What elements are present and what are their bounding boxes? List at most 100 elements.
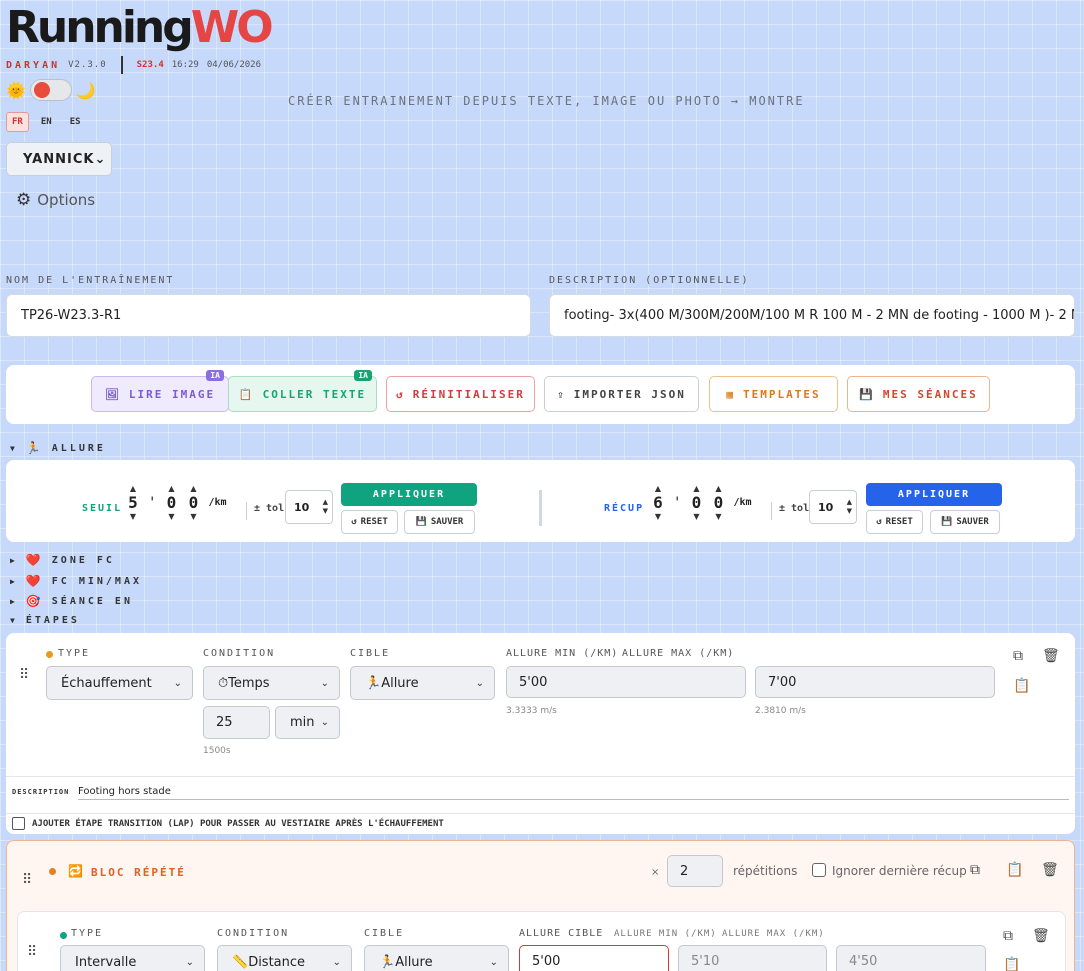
condition-select[interactable]: ⏱Temps ⌄: [203, 666, 340, 700]
times-symbol: ×: [651, 867, 660, 878]
target-select[interactable]: 🏃Allure ⌄: [364, 945, 509, 971]
target-icon: 🎯: [25, 594, 44, 608]
trash-icon[interactable]: 🗑: [1042, 648, 1060, 664]
select-value: min: [290, 715, 315, 730]
options-button[interactable]: ⚙ Options: [16, 190, 95, 210]
save-icon: 💾: [415, 517, 427, 527]
allure-panel: SEUIL ▲ 5 ▼ ' ▲ 0 ▼ ▲ 0 ▼ /km ± tol 10 ▲ ▼ APPLI…: [6, 460, 1075, 542]
target-select[interactable]: 🏃Allure ⌄: [350, 666, 495, 700]
pace-min-input[interactable]: 5'10: [678, 945, 827, 971]
section-fc-minmax-header[interactable]: ▶ ❤️ FC MIN/MAX: [10, 574, 142, 588]
pace-min-input[interactable]: 5'00: [506, 666, 746, 698]
divider: [6, 813, 1075, 814]
copy-icon[interactable]: ⧉: [1013, 648, 1023, 664]
my-sessions-button[interactable]: 💾 MES SÉANCES: [847, 376, 990, 412]
paste-icon[interactable]: 📋: [1013, 678, 1030, 694]
target-pace-input[interactable]: 5'00: [519, 945, 669, 971]
chevron-down-icon: ⌄: [94, 151, 107, 167]
ia-badge: IA: [354, 370, 372, 381]
pace-max-hint: 2.3810 m/s: [755, 706, 806, 716]
step-type-select[interactable]: Échauffement ⌄: [46, 666, 193, 700]
recup-save-button[interactable]: 💾 SAUVER: [930, 510, 1000, 534]
pace-max-input[interactable]: 4'50: [836, 945, 986, 971]
seuil-sec-units-digit[interactable]: ▲ 0 ▼: [186, 484, 200, 521]
step-description-input[interactable]: Footing hors stade: [78, 786, 1069, 800]
seuil-min-digit[interactable]: ▲ 5 ▼: [126, 484, 140, 521]
recup-apply-button[interactable]: APPLIQUER: [866, 483, 1002, 506]
recup-tol-input[interactable]: 10 ▲ ▼: [809, 490, 857, 524]
templates-label: TEMPLATES: [743, 387, 821, 401]
pace-max-input[interactable]: 7'00: [755, 666, 995, 698]
workout-name-input[interactable]: TP26-W23.3-R1: [6, 294, 531, 337]
save-icon: 💾: [859, 387, 875, 401]
copy-icon[interactable]: ⧉: [1003, 928, 1013, 944]
runner-icon-label: 🏃Allure: [365, 675, 419, 691]
seuil-tol-input[interactable]: 10 ▲ ▼: [285, 490, 333, 524]
repeat-icon: 🔁: [68, 864, 83, 878]
drag-handle-icon[interactable]: ⠿: [22, 872, 32, 888]
block-title: BLOC RÉPÉTÉ: [91, 866, 186, 879]
seuil-apply-button[interactable]: APPLIQUER: [341, 483, 477, 506]
import-json-button[interactable]: ⇪ IMPORTER JSON: [544, 376, 699, 412]
unit-label: /km: [208, 497, 227, 508]
seuil-reset-button[interactable]: ↺ RESET: [341, 510, 398, 534]
section-etapes-header[interactable]: ▼ ÉTAPES: [10, 615, 80, 626]
repetitions-input[interactable]: 2: [667, 855, 723, 887]
runner-icon: 🏃: [25, 441, 44, 455]
workout-name-label: NOM DE L'ENTRAÎNEMENT: [6, 275, 175, 286]
user-select[interactable]: YANNICK ⌄: [6, 142, 112, 176]
description-input[interactable]: footing- 3x(400 M/300M/200M/100 M R 100 …: [549, 294, 1075, 337]
recup-sec-units-digit[interactable]: ▲ 0 ▼: [711, 484, 725, 521]
step-color-dot: [46, 651, 53, 658]
recup-reset-button[interactable]: ↺ RESET: [866, 510, 923, 534]
copy-icon[interactable]: ⧉: [970, 862, 980, 878]
paste-icon[interactable]: 📋: [1006, 862, 1023, 878]
trash-icon[interactable]: 🗑: [1032, 928, 1050, 944]
recup-min-digit[interactable]: ▲ 6 ▼: [651, 484, 665, 521]
pace-min-hint: 3.3333 m/s: [506, 706, 557, 716]
lang-fr[interactable]: FR: [6, 112, 29, 132]
select-value: Temps: [228, 675, 270, 691]
language-switcher: FR EN ES: [6, 112, 87, 132]
duration-input[interactable]: 25: [203, 706, 270, 739]
chevron-down-icon: ⌄: [320, 677, 329, 689]
section-allure-header[interactable]: ▼ 🏃 ALLURE: [10, 441, 106, 455]
recup-sec-tens-digit[interactable]: ▲ 0 ▼: [689, 484, 703, 521]
section-zone-fc-header[interactable]: ▶ ❤️ ZONE FC: [10, 553, 115, 567]
target-label: CIBLE: [364, 928, 405, 939]
templates-button[interactable]: ▦ TEMPLATES: [709, 376, 838, 412]
theme-toggle[interactable]: [29, 79, 72, 101]
transition-checkbox[interactable]: [12, 817, 25, 830]
ignore-last-recovery-checkbox[interactable]: [812, 863, 826, 877]
app-logo: RunningWO: [6, 2, 274, 53]
drag-handle-icon[interactable]: ⠿: [27, 944, 37, 960]
paste-text-button[interactable]: 📋 COLLER TEXTE IA: [228, 370, 377, 412]
description-label: DESCRIPTION: [12, 788, 70, 796]
section-etapes-label: ÉTAPES: [25, 615, 80, 626]
seuil-sec-tens-digit[interactable]: ▲ 0 ▼: [164, 484, 178, 521]
duration-unit-select[interactable]: min ⌄: [275, 706, 340, 739]
condition-select[interactable]: 📏Distance ⌄: [217, 945, 352, 971]
paste-icon[interactable]: 📋: [1003, 957, 1020, 971]
drag-handle-icon[interactable]: ⠿: [19, 667, 29, 683]
lang-es[interactable]: ES: [64, 112, 87, 132]
save-icon: 💾: [941, 517, 953, 527]
reset-button[interactable]: ↺ RÉINITIALISER: [386, 376, 535, 412]
read-image-button[interactable]: 🖼 LIRE IMAGE IA: [91, 370, 229, 412]
pace-max-label: ALLURE MAX (/KM): [722, 929, 825, 939]
down-arrow-icon: ▼: [715, 512, 722, 521]
grid-icon: ▦: [726, 387, 735, 401]
digit: 0: [188, 493, 199, 512]
select-value: Allure: [381, 675, 419, 691]
tol-label: ± tol: [779, 503, 810, 514]
step-type-select[interactable]: Intervalle ⌄: [60, 945, 205, 971]
seuil-save-button[interactable]: 💾 SAUVER: [404, 510, 475, 534]
image-icon: 🖼: [104, 387, 121, 401]
gear-icon: ⚙: [16, 190, 32, 210]
heart-icon: ❤️: [25, 574, 44, 588]
trash-icon[interactable]: 🗑: [1041, 862, 1059, 878]
section-seance-en-header[interactable]: ▶ 🎯 SÉANCE EN: [10, 594, 133, 608]
recup-label: RÉCUP: [604, 503, 645, 514]
lang-en[interactable]: EN: [35, 112, 58, 132]
section-zone-fc-label: ZONE FC: [51, 554, 115, 566]
